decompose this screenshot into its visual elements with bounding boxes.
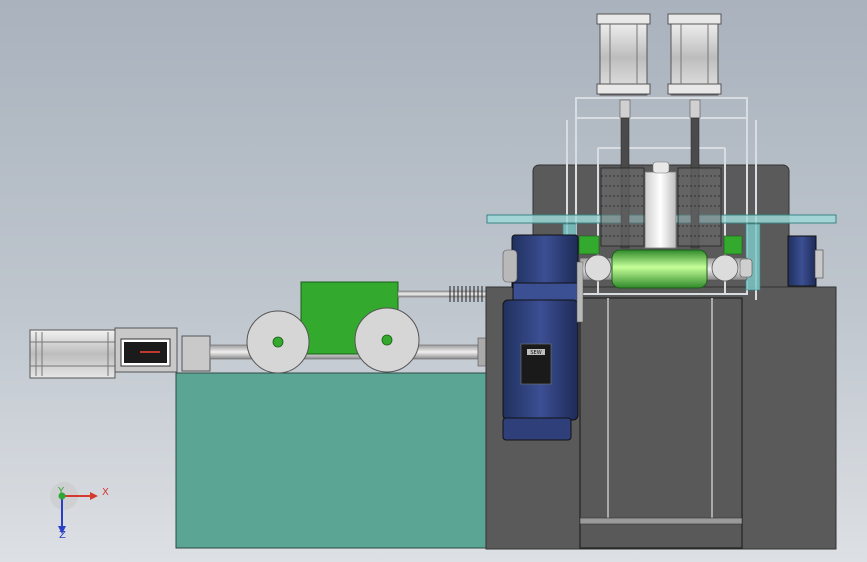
brush-head-right[interactable] — [677, 167, 722, 247]
pulley-left[interactable] — [246, 310, 310, 374]
cad-viewport[interactable]: SEW X Y Z — [0, 0, 867, 562]
z-axis-label: Z — [59, 530, 66, 541]
central-cylinder[interactable] — [644, 161, 677, 249]
machine-assembly-model[interactable]: SEW — [0, 0, 867, 562]
x-axis-label: X — [102, 487, 109, 498]
tank[interactable] — [175, 372, 487, 549]
cabinet-front-panel[interactable] — [579, 297, 743, 549]
brush-head-left[interactable] — [600, 167, 645, 247]
pulley-right[interactable] — [354, 307, 420, 373]
motor-brand-label: SEW — [530, 350, 541, 356]
bearing-block[interactable] — [181, 335, 211, 372]
pulley-assembly[interactable] — [246, 281, 507, 374]
stepper-motor-right[interactable] — [667, 13, 722, 96]
cabinet-bottom-bar — [579, 517, 743, 525]
y-axis-label: Y — [58, 486, 65, 497]
stepper-motor-left[interactable] — [596, 13, 651, 96]
left-servo-motor[interactable] — [29, 327, 211, 379]
right-side-motor[interactable] — [787, 235, 817, 287]
gear-motor[interactable]: SEW — [502, 234, 584, 441]
tank-section[interactable] — [175, 372, 487, 549]
servo-motor-body[interactable] — [29, 329, 116, 379]
